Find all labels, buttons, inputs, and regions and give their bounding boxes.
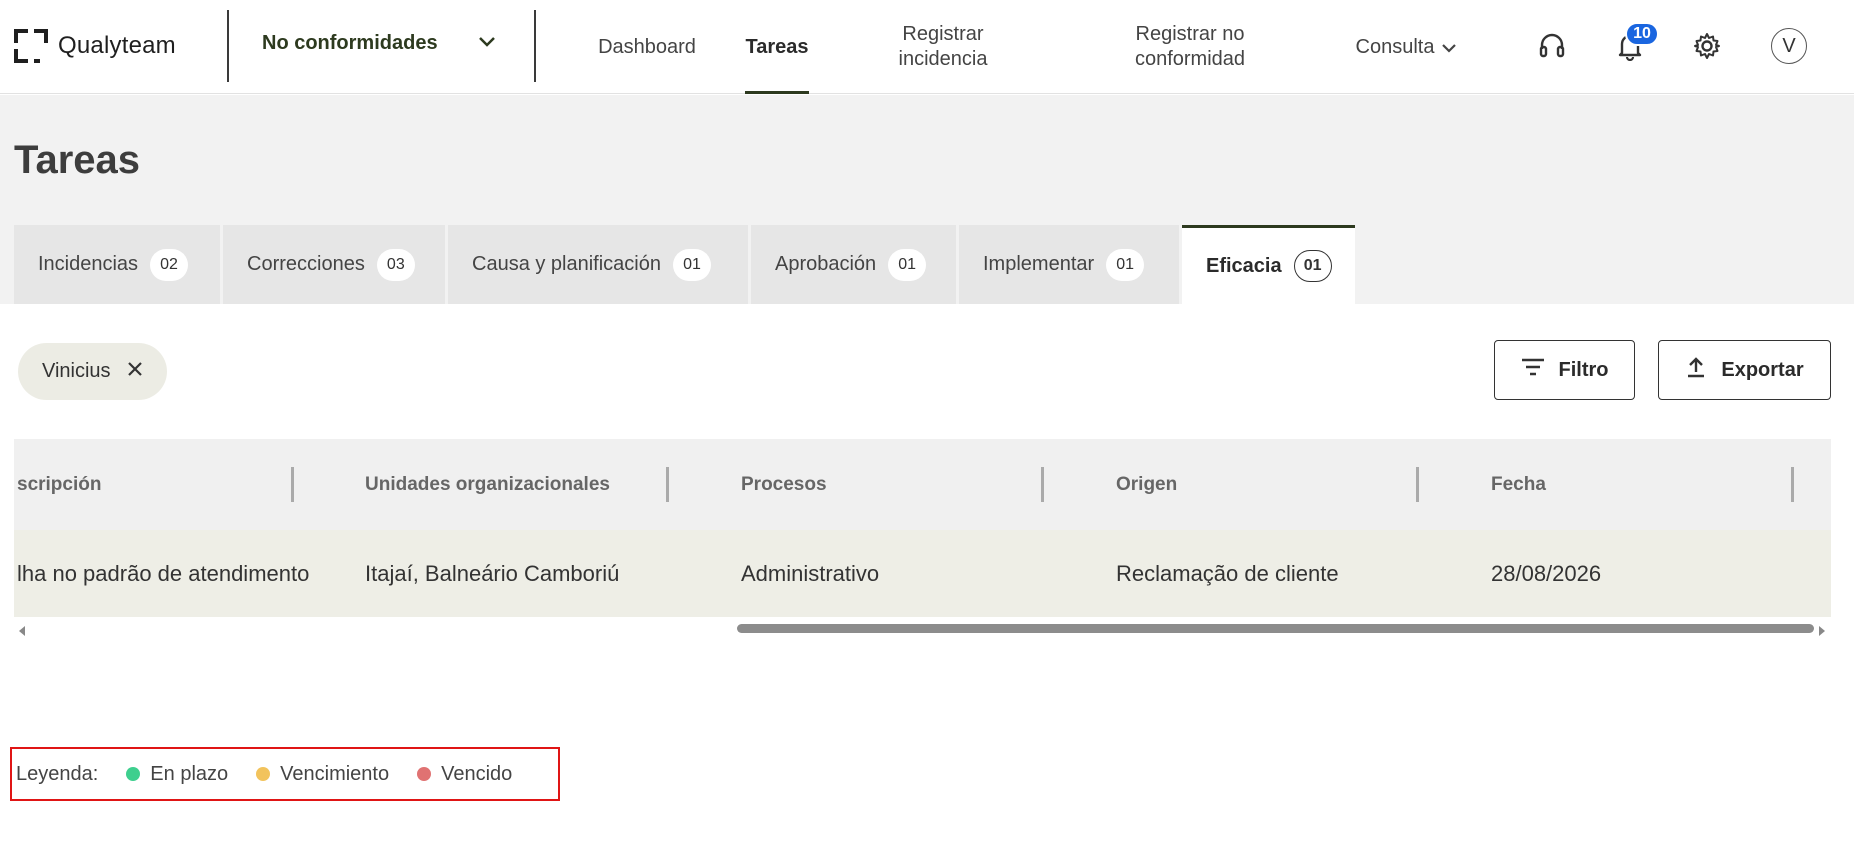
filter-chip-label: Vinicius (42, 360, 111, 382)
gear-icon[interactable] (1689, 28, 1725, 64)
column-header-origen[interactable]: Origen (1116, 439, 1416, 530)
cell-origen: Reclamação de cliente (1116, 560, 1339, 586)
nav-tareas-label: Tareas (745, 35, 809, 58)
filter-icon (1521, 358, 1545, 382)
column-resize-handle[interactable] (1416, 467, 1419, 502)
logo-text: Qualyteam (58, 32, 176, 59)
tab-incidencias[interactable]: Incidencias 02 (14, 225, 220, 304)
page-title: Tareas (14, 138, 141, 182)
legend-item-vencido: Vencido (417, 763, 512, 786)
cell-descripcion: lha no padrão de atendimento (17, 560, 310, 586)
column-header-procesos[interactable]: Procesos (741, 439, 1041, 530)
scroll-right-arrow-icon[interactable] (1818, 623, 1826, 638)
nav-dashboard-label: Dashboard (598, 35, 696, 58)
legend-item-label: Vencido (441, 762, 513, 785)
legend-title: Leyenda: (16, 762, 99, 785)
tab-implementar[interactable]: Implementar 01 (959, 225, 1179, 304)
table-row[interactable]: lha no padrão de atendimento Itajaí, Bal… (14, 530, 1831, 617)
logo-mark-icon (14, 29, 48, 63)
tab-label: Correcciones (247, 253, 365, 275)
tasks-table: scripción Unidades organizacionales Proc… (14, 439, 1831, 638)
column-header-unidades[interactable]: Unidades organizacionales (365, 439, 665, 530)
chevron-down-icon (478, 35, 496, 53)
filter-chip[interactable]: Vinicius (18, 343, 167, 400)
column-resize-handle[interactable] (1791, 467, 1794, 502)
status-dot-icon (417, 767, 432, 781)
column-resize-handle[interactable] (666, 467, 669, 502)
legend-item-label: En plazo (150, 762, 229, 785)
upload-icon (1685, 355, 1707, 385)
scrollbar-thumb[interactable] (737, 624, 1814, 633)
nav-consulta[interactable]: Consulta (1350, 0, 1462, 94)
scroll-left-arrow-icon[interactable] (18, 623, 26, 638)
nav-registrar-incidencia-label: Registrar incidencia (898, 23, 988, 70)
cell-procesos: Administrativo (741, 560, 880, 586)
task-tabs: Incidencias 02 Correcciones 03 Causa y p… (14, 225, 1355, 304)
tab-count-badge: 01 (1106, 248, 1145, 281)
filter-button-label: Filtro (1558, 358, 1609, 381)
nav-registrar-incidencia[interactable]: Registrar incidencia (880, 0, 1006, 94)
legend-item-vencimiento: Vencimiento (256, 763, 389, 786)
divider (534, 10, 536, 82)
tab-count-badge: 01 (673, 248, 711, 281)
nav-consulta-label: Consulta (1355, 35, 1435, 58)
headset-icon[interactable] (1534, 28, 1570, 64)
tab-eficacia[interactable]: Eficacia 01 (1182, 225, 1355, 304)
status-dot-icon (126, 767, 141, 781)
tab-label: Causa y planificación (472, 253, 661, 275)
tab-correcciones[interactable]: Correcciones 03 (223, 225, 445, 304)
filter-button[interactable]: Filtro (1494, 340, 1635, 400)
cell-fecha: 28/08/2026 (1491, 560, 1602, 586)
notification-count-badge: 10 (1625, 22, 1659, 46)
module-selector-label: No conformidades (262, 32, 438, 54)
tab-count-badge: 02 (150, 248, 189, 281)
status-legend: Leyenda: En plazo Vencimiento Vencido (10, 747, 560, 801)
nav-registrar-no-conformidad-label: Registrar no conformidad (1134, 23, 1246, 70)
tab-aprobacion[interactable]: Aprobación 01 (751, 225, 956, 304)
tab-label: Implementar (983, 253, 1095, 275)
table-header-row: scripción Unidades organizacionales Proc… (14, 439, 1831, 530)
tab-count-badge: 01 (888, 248, 927, 281)
cell-unidades: Itajaí, Balneário Camboriú (365, 560, 620, 586)
column-header-fecha[interactable]: Fecha (1491, 439, 1791, 530)
tab-label: Incidencias (38, 253, 139, 275)
tab-label: Eficacia (1206, 254, 1282, 277)
legend-item-label: Vencimiento (280, 762, 390, 785)
column-resize-handle[interactable] (291, 467, 294, 502)
close-icon[interactable] (127, 360, 143, 383)
column-resize-handle[interactable] (1041, 467, 1044, 502)
nav-dashboard[interactable]: Dashboard (594, 0, 700, 94)
horizontal-scrollbar[interactable] (14, 617, 1831, 638)
export-button[interactable]: Exportar (1658, 340, 1831, 400)
legend-item-en-plazo: En plazo (126, 763, 228, 786)
column-header-descripcion[interactable]: scripción (17, 439, 287, 530)
tab-count-badge: 03 (376, 248, 415, 281)
nav-registrar-no-conformidad[interactable]: Registrar no conformidad (1115, 0, 1265, 94)
nav-tareas[interactable]: Tareas (745, 0, 809, 94)
tab-label: Aprobación (775, 253, 877, 275)
tab-causa-y-planificacion[interactable]: Causa y planificación 01 (448, 225, 748, 304)
tab-count-badge: 01 (1293, 250, 1332, 282)
chevron-down-icon (1442, 35, 1457, 60)
export-button-label: Exportar (1721, 358, 1804, 381)
logo[interactable]: Qualyteam (14, 29, 176, 63)
divider (227, 10, 229, 82)
status-dot-icon (256, 767, 271, 781)
module-selector[interactable]: No conformidades (262, 32, 496, 55)
top-navigation-bar: Qualyteam No conformidades Dashboard Tar… (0, 0, 1854, 94)
user-avatar[interactable]: V (1771, 28, 1807, 64)
